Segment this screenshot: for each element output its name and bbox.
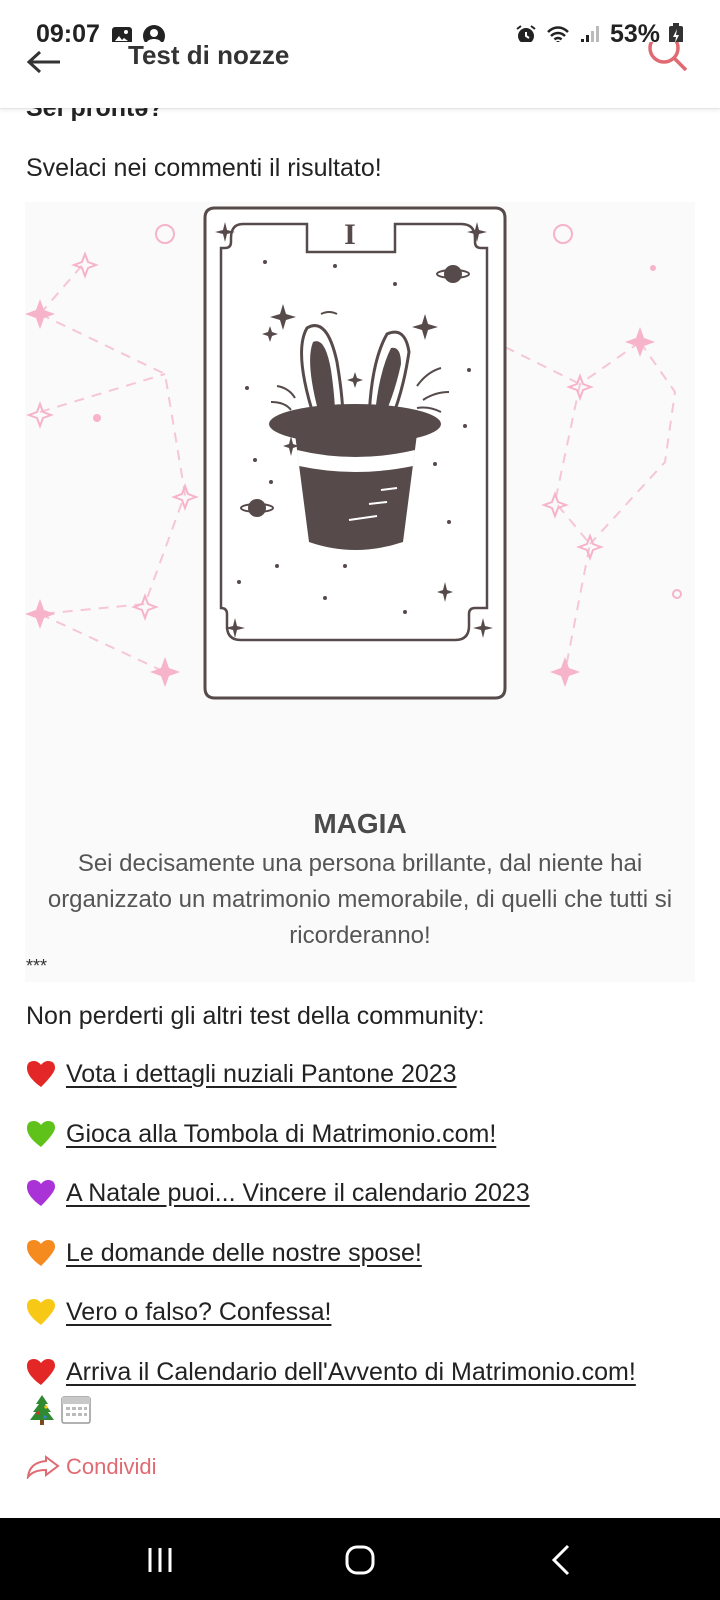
back-arrow-icon[interactable] xyxy=(24,48,64,78)
search-icon[interactable] xyxy=(646,42,690,82)
green-heart-icon xyxy=(27,1120,55,1147)
links-list: Vota i dettagli nuziali Pantone 2023 Gio… xyxy=(26,1060,706,1425)
result-description: Sei decisamente una persona brillante, d… xyxy=(47,850,673,949)
list-item: Vero o falso? Confessa! xyxy=(26,1298,706,1358)
list-item: Gioca alla Tombola di Matrimonio.com! xyxy=(26,1120,706,1180)
separator: *** xyxy=(26,956,48,976)
list-item: Le domande delle nostre spose! xyxy=(26,1239,706,1299)
link-calendario[interactable]: A Natale puoi... Vincere il calendario 2… xyxy=(66,1179,530,1208)
link-tombola[interactable]: Gioca alla Tombola di Matrimonio.com! xyxy=(66,1120,496,1149)
share-button[interactable]: Condividi xyxy=(26,1454,157,1480)
result-card: I MAGIA Sei decisamente una persona bril… xyxy=(25,202,695,982)
calendar-icon xyxy=(61,1395,91,1424)
home-icon[interactable] xyxy=(340,1542,380,1578)
yellow-heart-icon xyxy=(27,1299,55,1325)
link-pantone[interactable]: Vota i dettagli nuziali Pantone 2023 xyxy=(66,1060,457,1089)
card-numeral: I xyxy=(344,218,356,251)
list-item: Arriva il Calendario dell'Avvento di Mat… xyxy=(26,1358,706,1387)
orange-heart-icon xyxy=(27,1239,55,1266)
page-title: Test di nozze xyxy=(128,42,290,70)
list-item: A Natale puoi... Vincere il calendario 2… xyxy=(26,1179,706,1239)
christmas-tree-icon xyxy=(30,1394,54,1425)
result-title: MAGIA xyxy=(313,808,407,839)
link-avvento[interactable]: Arriva il Calendario dell'Avvento di Mat… xyxy=(66,1358,636,1387)
red-heart-icon xyxy=(27,1061,55,1087)
back-nav-icon[interactable] xyxy=(542,1542,582,1578)
link-domande[interactable]: Le domande delle nostre spose! xyxy=(66,1239,422,1268)
red-heart-icon xyxy=(27,1358,55,1385)
share-label: Condividi xyxy=(66,1454,157,1479)
section-heading: Sei prontə? xyxy=(26,108,164,122)
intro-text: Svelaci nei commenti il risultato! xyxy=(26,154,382,182)
post-content: Sei prontə? Svelaci nei commenti il risu… xyxy=(0,108,720,1518)
share-icon xyxy=(26,1455,60,1479)
purple-heart-icon xyxy=(27,1180,55,1206)
system-nav-bar xyxy=(0,1518,720,1600)
recent-apps-icon[interactable] xyxy=(140,1542,180,1578)
list-item: Vota i dettagli nuziali Pantone 2023 xyxy=(26,1060,706,1120)
app-bar: Test di nozze xyxy=(0,42,720,109)
link-vero-falso[interactable]: Vero o falso? Confessa! xyxy=(66,1298,331,1327)
more-tests-heading: Non perderti gli altri test della commun… xyxy=(26,1002,485,1030)
